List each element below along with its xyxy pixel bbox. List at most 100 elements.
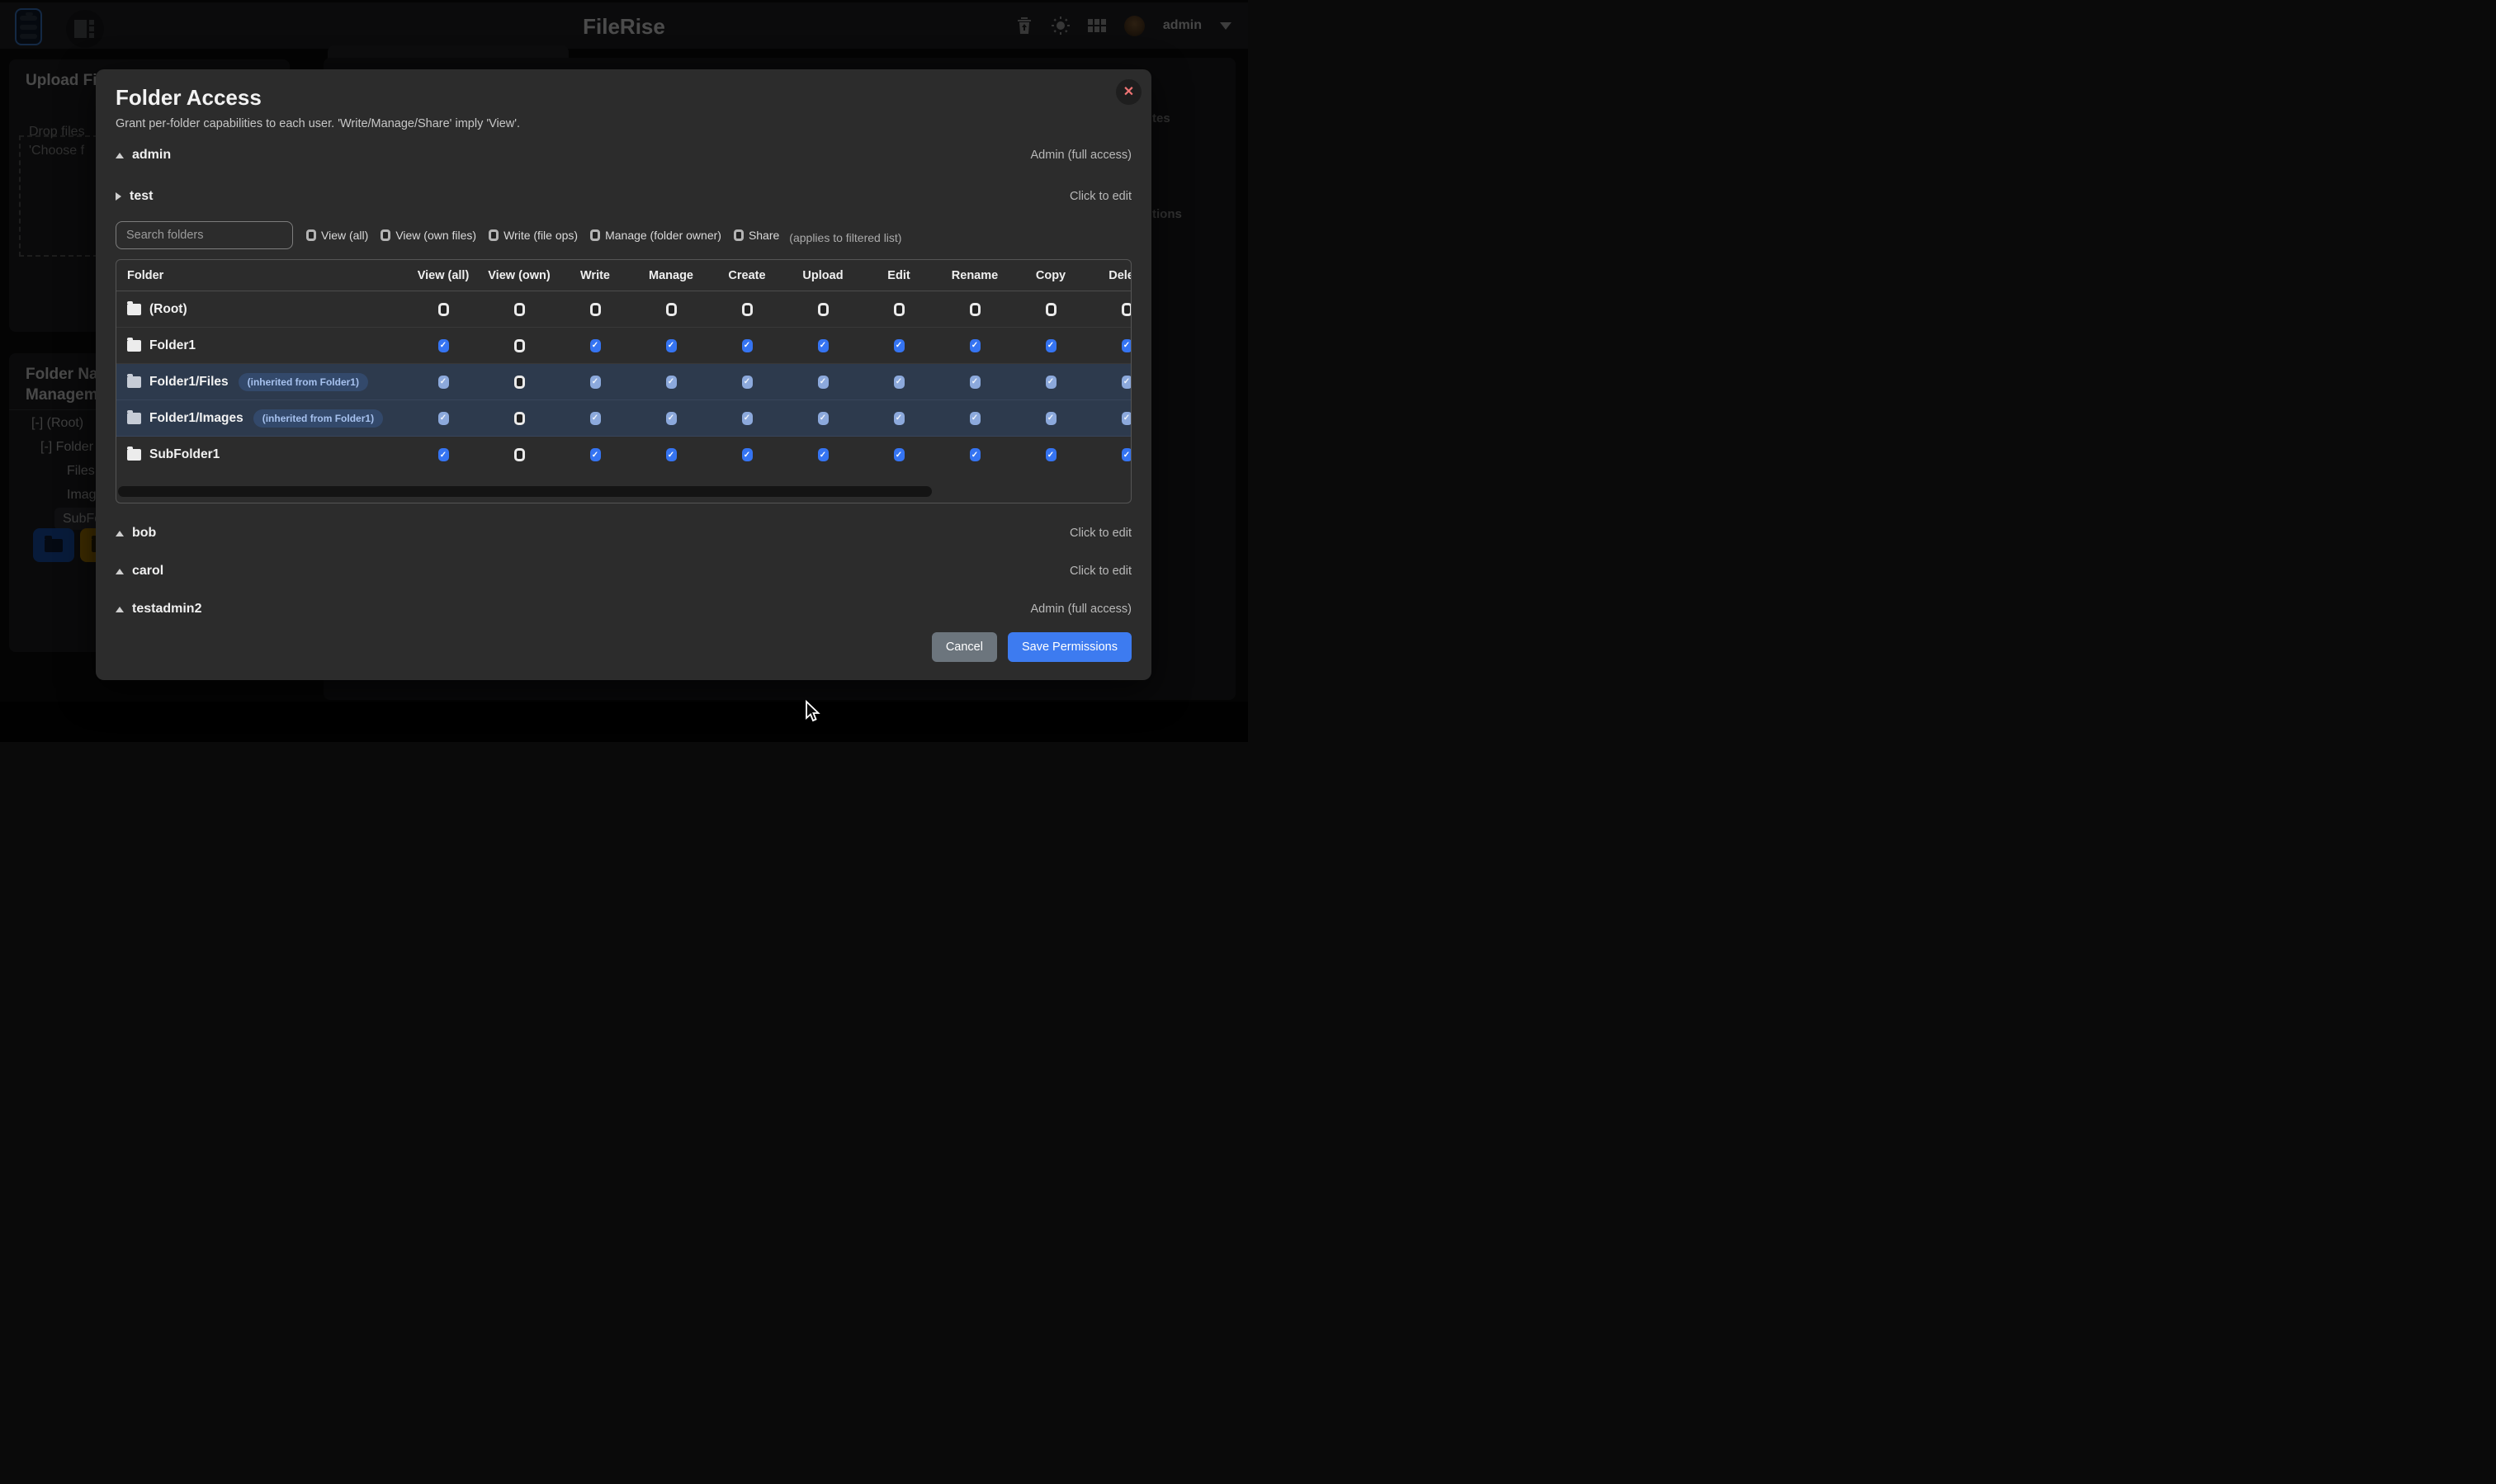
column-header: Copy [1013, 269, 1089, 282]
perm-checkbox-create[interactable] [742, 303, 753, 316]
folder-name: Folder1/Images [149, 411, 243, 426]
table-header-row: FolderView (all)View (own)WriteManageCre… [116, 260, 1132, 291]
perm-checkbox-copy[interactable]: ✓ [1046, 339, 1057, 352]
perm-checkbox-upload: ✓ [818, 376, 829, 389]
perm-checkbox-view-own-[interactable] [514, 339, 525, 352]
perm-checkbox-edit[interactable]: ✓ [894, 448, 905, 461]
chevron-up-icon [116, 569, 124, 574]
perm-checkbox-edit[interactable]: ✓ [894, 339, 905, 352]
bulk-permission-filters: View (all) View (own files) Write (file op… [306, 229, 779, 242]
save-permissions-button[interactable]: Save Permissions [1008, 632, 1132, 662]
close-icon[interactable]: ✕ [1116, 79, 1142, 105]
filter-write-file-ops-[interactable]: Write (file ops) [489, 229, 578, 242]
mouse-cursor [804, 700, 820, 723]
user-row-admin[interactable]: admin Admin (full access) [116, 145, 1132, 165]
user-row-test[interactable]: test Click to edit [116, 187, 1132, 206]
column-header: Write [557, 269, 633, 282]
perm-checkbox-create: ✓ [742, 412, 753, 425]
perm-checkbox-edit: ✓ [894, 412, 905, 425]
folder-access-modal: ✕ Folder Access Grant per-folder capabil… [96, 69, 1151, 680]
user-row-testadmin2[interactable]: testadmin2 Admin (full access) [116, 599, 1132, 619]
table-row: Folder1/Files(inherited from Folder1)✓✓✓… [116, 364, 1132, 400]
perm-checkbox-view-all-: ✓ [438, 376, 449, 389]
user-status: Click to edit [1070, 190, 1132, 203]
column-header: Create [709, 269, 785, 282]
table-row: SubFolder1✓✓✓✓✓✓✓✓✓ [116, 437, 1132, 473]
user-status: Admin (full access) [1031, 603, 1132, 616]
modal-title: Folder Access [116, 84, 1132, 111]
perm-checkbox-delete[interactable] [1122, 303, 1132, 316]
perm-checkbox-create[interactable]: ✓ [742, 339, 753, 352]
column-header: Delete [1089, 269, 1132, 282]
perm-checkbox-view-all-[interactable]: ✓ [438, 448, 449, 461]
perm-checkbox-delete[interactable]: ✓ [1122, 339, 1132, 352]
perm-checkbox-copy[interactable] [1046, 303, 1057, 316]
perm-checkbox-view-all-[interactable]: ✓ [438, 339, 449, 352]
folder-icon [127, 304, 141, 315]
user-status: Click to edit [1070, 565, 1132, 578]
filter-checkbox[interactable] [306, 229, 316, 241]
perm-checkbox-manage[interactable]: ✓ [666, 448, 677, 461]
perm-checkbox-edit: ✓ [894, 376, 905, 389]
filter-view-own-files-[interactable]: View (own files) [381, 229, 476, 242]
filters-note: (applies to filtered list) [789, 231, 901, 244]
perm-checkbox-manage: ✓ [666, 376, 677, 389]
perm-checkbox-upload[interactable]: ✓ [818, 448, 829, 461]
filter-checkbox[interactable] [734, 229, 744, 241]
filter-checkbox[interactable] [590, 229, 600, 241]
perm-checkbox-rename: ✓ [970, 412, 981, 425]
folder-filter-bar: View (all) View (own files) Write (file op… [116, 221, 1132, 249]
perm-checkbox-create[interactable]: ✓ [742, 448, 753, 461]
perm-checkbox-view-own-[interactable] [514, 448, 525, 461]
table-row: Folder1/Images(inherited from Folder1)✓✓… [116, 400, 1132, 437]
cancel-button[interactable]: Cancel [932, 632, 997, 662]
perm-checkbox-rename[interactable]: ✓ [970, 339, 981, 352]
perm-checkbox-view-all-[interactable] [438, 303, 449, 316]
perm-checkbox-write[interactable]: ✓ [590, 339, 601, 352]
user-row-bob[interactable]: bob Click to edit [116, 523, 1132, 543]
perm-checkbox-rename[interactable] [970, 303, 981, 316]
folder-icon [127, 340, 141, 352]
page: FileRise admin Upload Fi Drop file [0, 0, 1248, 742]
horizontal-scrollbar[interactable] [118, 486, 932, 497]
folder-icon [127, 376, 141, 388]
table-row: (Root) [116, 291, 1132, 328]
perm-checkbox-upload[interactable]: ✓ [818, 339, 829, 352]
user-status: Click to edit [1070, 527, 1132, 540]
user-row-carol[interactable]: carol Click to edit [116, 561, 1132, 581]
filter-manage-folder-owner-[interactable]: Manage (folder owner) [590, 229, 721, 242]
perm-checkbox-rename[interactable]: ✓ [970, 448, 981, 461]
perm-checkbox-write[interactable]: ✓ [590, 448, 601, 461]
perm-checkbox-write: ✓ [590, 376, 601, 389]
permissions-table: FolderView (all)View (own)WriteManageCre… [116, 259, 1132, 503]
filter-share[interactable]: Share [734, 229, 779, 242]
filter-view-all-[interactable]: View (all) [306, 229, 368, 242]
perm-checkbox-copy: ✓ [1046, 412, 1057, 425]
perm-checkbox-view-own-[interactable] [514, 303, 525, 316]
search-input[interactable] [116, 221, 293, 249]
perm-checkbox-view-own- [514, 412, 525, 425]
inherited-badge: (inherited from Folder1) [239, 373, 368, 391]
perm-checkbox-delete[interactable]: ✓ [1122, 448, 1132, 461]
perm-checkbox-manage[interactable]: ✓ [666, 339, 677, 352]
folder-icon [127, 413, 141, 424]
perm-checkbox-edit[interactable] [894, 303, 905, 316]
perm-checkbox-upload[interactable] [818, 303, 829, 316]
perm-checkbox-copy[interactable]: ✓ [1046, 448, 1057, 461]
chevron-up-icon [116, 153, 124, 158]
column-header: View (own) [481, 269, 557, 282]
perm-checkbox-write: ✓ [590, 412, 601, 425]
filter-checkbox[interactable] [489, 229, 499, 241]
perm-checkbox-write[interactable] [590, 303, 601, 316]
user-status: Admin (full access) [1031, 149, 1132, 162]
chevron-up-icon [116, 531, 124, 536]
folder-icon [127, 449, 141, 461]
perm-checkbox-manage[interactable] [666, 303, 677, 316]
column-header: Rename [937, 269, 1013, 282]
perm-checkbox-view-all-: ✓ [438, 412, 449, 425]
perm-checkbox-manage: ✓ [666, 412, 677, 425]
folder-name: (Root) [149, 302, 187, 317]
modal-subtitle: Grant per-folder capabilities to each us… [116, 116, 1132, 132]
filter-checkbox[interactable] [381, 229, 390, 241]
chevron-right-icon [116, 192, 121, 201]
